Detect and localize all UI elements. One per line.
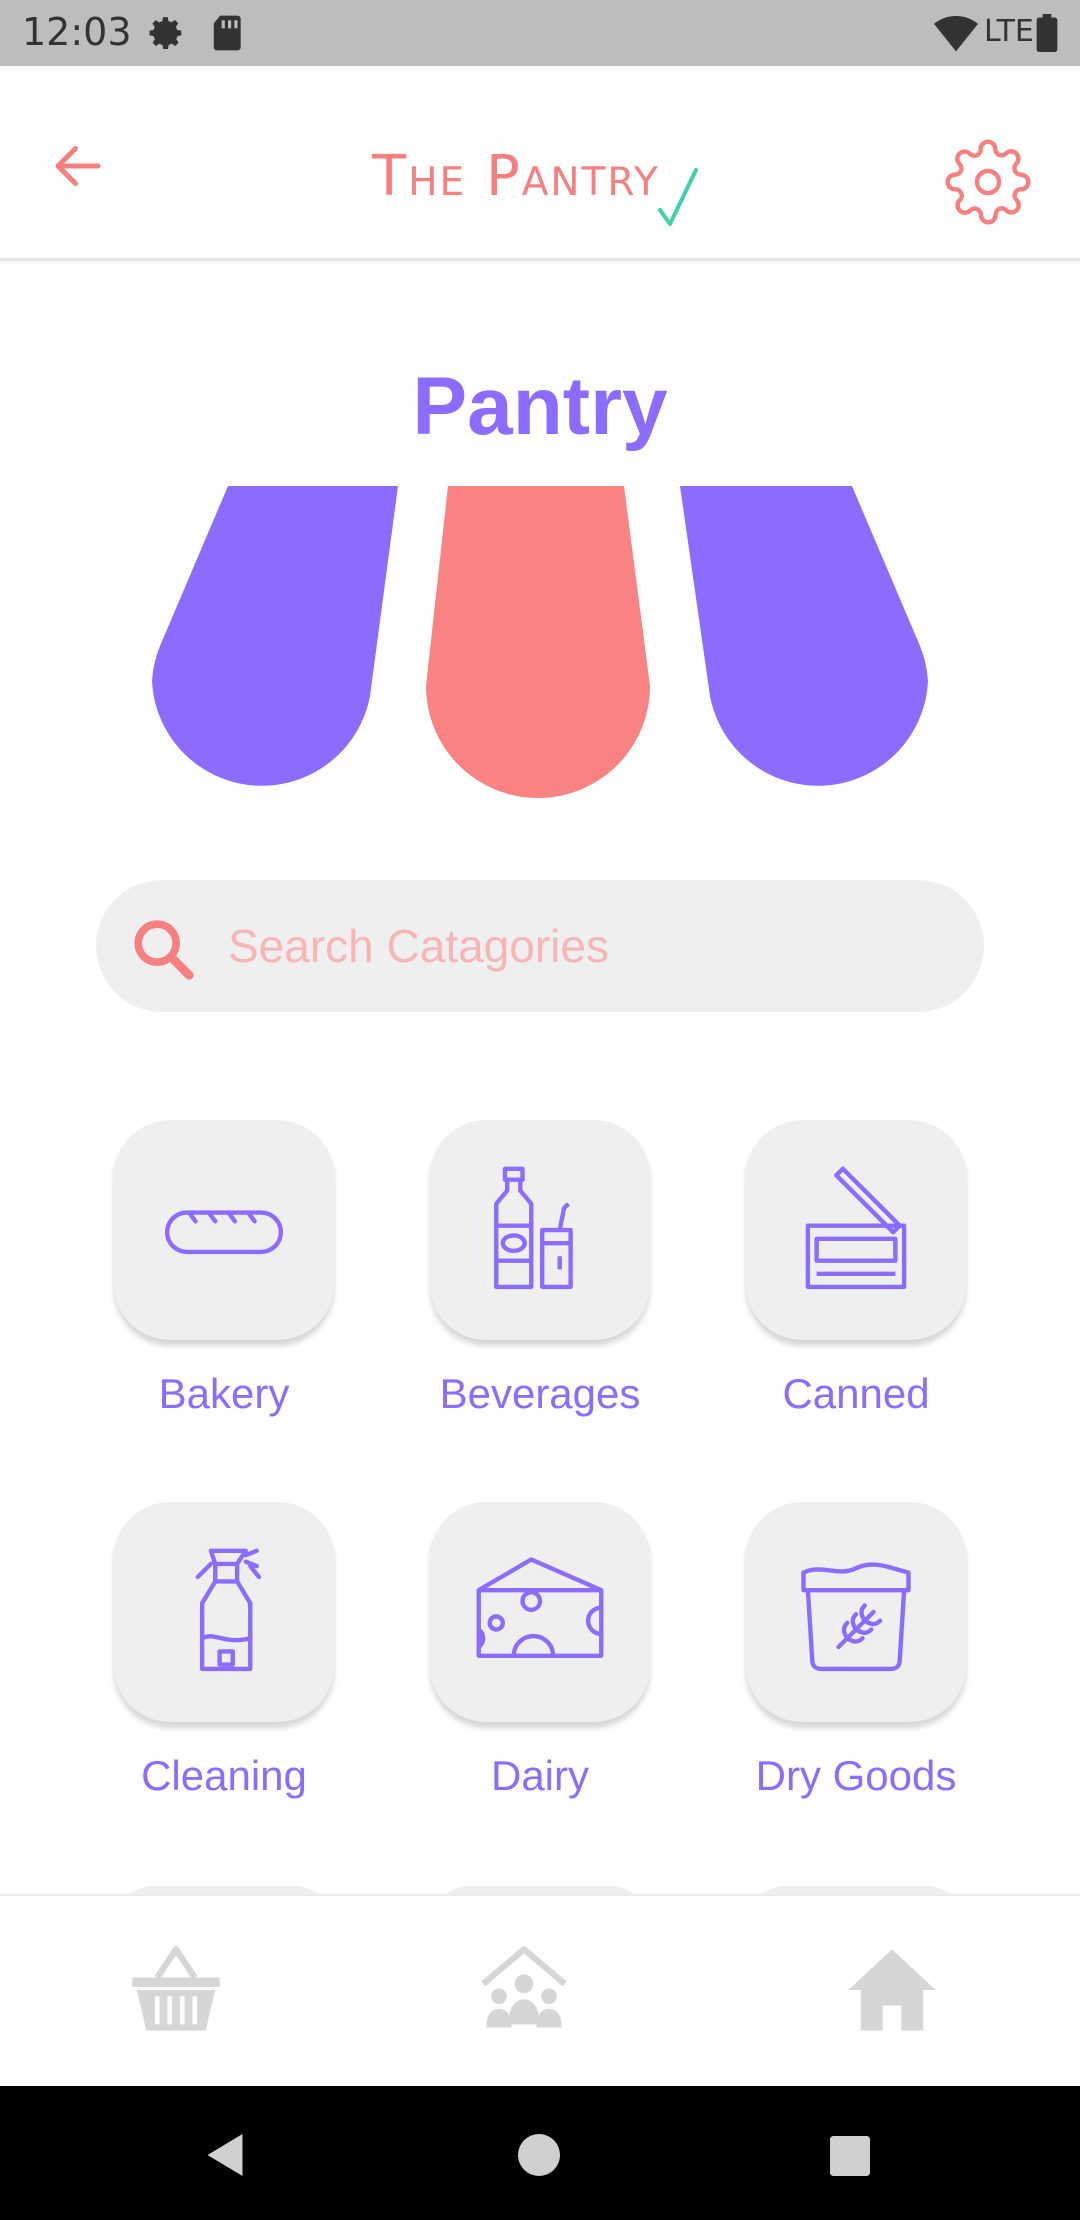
page-title: Pantry <box>412 361 668 452</box>
category-label: Dry Goods <box>755 1752 957 1799</box>
category-canned[interactable]: Canned <box>716 1120 996 1418</box>
community-icon <box>481 1946 567 2028</box>
category-label: Bakery <box>158 1370 290 1417</box>
app-logo: The Pantry <box>372 144 712 226</box>
category-tile[interactable] <box>430 1502 650 1722</box>
gear-icon <box>945 139 1031 225</box>
system-recents-icon[interactable] <box>830 2136 870 2176</box>
status-bar: 12:03 LTE <box>0 0 1080 66</box>
checkmark-icon <box>658 168 698 226</box>
app-bar: The Pantry <box>0 66 1080 261</box>
category-beverages[interactable]: Beverages <box>400 1120 680 1418</box>
category-label: Beverages <box>439 1370 641 1417</box>
category-dry-goods[interactable]: Dry Goods <box>716 1502 996 1800</box>
basket-icon <box>132 1946 220 2031</box>
network-type: LTE <box>984 14 1034 49</box>
bottle-cup-icon <box>494 1166 573 1290</box>
awning-illustration <box>152 486 928 798</box>
category-tile[interactable] <box>746 1502 966 1722</box>
category-cleaning[interactable]: Cleaning <box>84 1502 364 1800</box>
system-home-icon[interactable] <box>518 2134 560 2176</box>
category-tile[interactable] <box>114 1120 334 1340</box>
arrow-left-icon <box>55 146 101 186</box>
search-icon <box>134 920 194 980</box>
category-tile[interactable] <box>746 1120 966 1340</box>
nav-community-button[interactable] <box>474 1940 574 2040</box>
category-label: Cleaning <box>141 1752 307 1799</box>
sd-card-icon <box>212 14 244 57</box>
settings-button[interactable] <box>944 138 1032 226</box>
search-bar[interactable] <box>96 880 984 1012</box>
logo-text: The Pantry <box>372 144 660 209</box>
category-dairy[interactable]: Dairy <box>400 1502 680 1800</box>
cheese-icon <box>476 1557 604 1658</box>
nav-basket-button[interactable] <box>126 1940 226 2040</box>
battery-icon <box>1036 14 1058 57</box>
status-time: 12:03 <box>22 10 132 54</box>
search-input[interactable] <box>228 916 928 976</box>
wifi-icon <box>934 14 978 57</box>
bottom-navigation <box>0 1894 1080 2088</box>
bread-icon <box>164 1210 284 1255</box>
spray-bottle-icon <box>195 1548 262 1672</box>
category-label: Dairy <box>490 1752 589 1799</box>
settings-status-icon <box>148 14 186 57</box>
home-icon <box>848 1949 936 2031</box>
category-tile[interactable] <box>430 1120 650 1340</box>
can-icon <box>805 1166 907 1290</box>
category-label: Canned <box>782 1370 930 1417</box>
system-back-icon[interactable] <box>204 2132 246 2178</box>
category-tile[interactable] <box>114 1502 334 1722</box>
system-navigation-bar <box>0 2086 1080 2220</box>
back-button[interactable] <box>48 136 108 196</box>
nav-home-button[interactable] <box>842 1940 942 2040</box>
grain-bag-icon <box>801 1562 911 1672</box>
category-bakery[interactable]: Bakery <box>84 1120 364 1418</box>
